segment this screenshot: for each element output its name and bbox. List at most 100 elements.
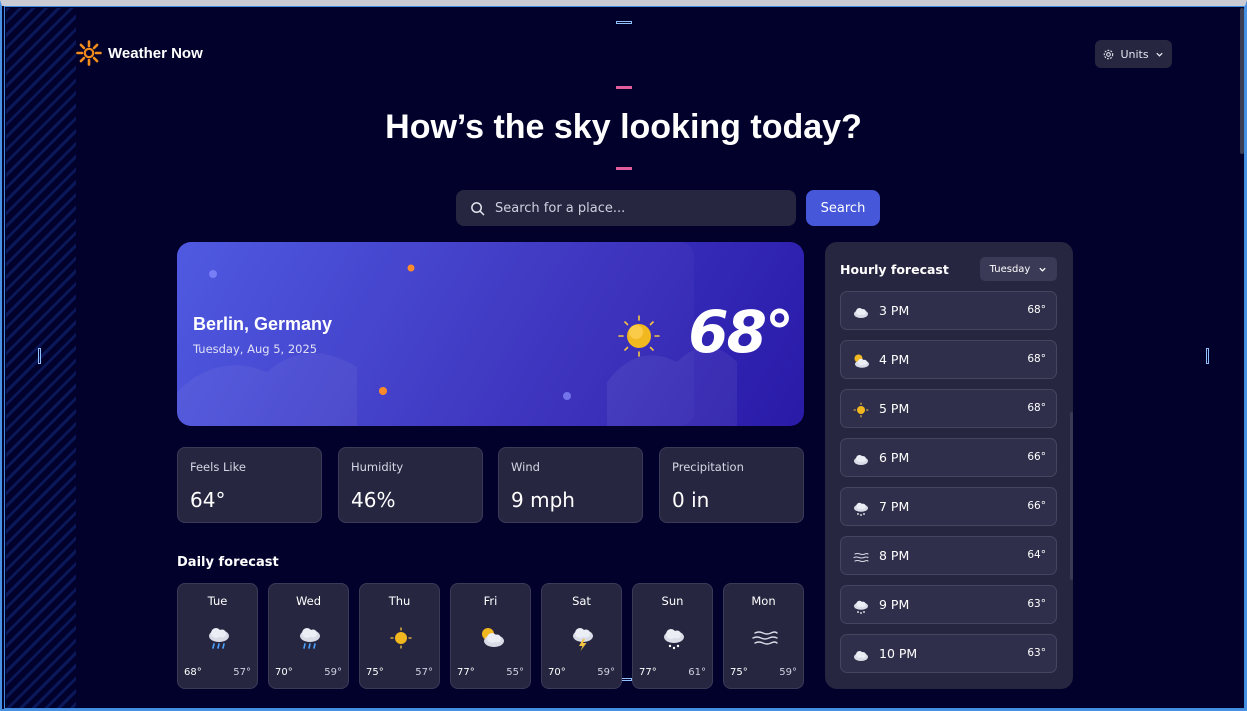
resize-handle-top[interactable] xyxy=(616,21,632,24)
day-select-dropdown[interactable]: Tuesday xyxy=(980,257,1057,281)
daily-card-thu[interactable]: Thu 75° 57° xyxy=(359,583,440,689)
daily-forecast-title: Daily forecast xyxy=(177,555,279,570)
stat-value: 64° xyxy=(190,488,226,512)
hour-temp: 63° xyxy=(1027,647,1046,659)
hour-row[interactable]: 5 PM 68° xyxy=(840,389,1057,428)
gear-icon xyxy=(1104,49,1114,59)
hour-temp: 66° xyxy=(1027,500,1046,512)
hour-row[interactable]: 10 PM 63° xyxy=(840,634,1057,673)
stat-label: Feels Like xyxy=(190,460,246,474)
partly-cloudy-icon xyxy=(482,628,504,647)
app-title: Weather Now xyxy=(108,44,203,62)
daily-card-wed[interactable]: Wed 70° 59° xyxy=(268,583,349,689)
spacing-marker xyxy=(616,167,632,170)
day-name: Sat xyxy=(572,594,591,608)
stat-precipitation: Precipitation 0 in xyxy=(659,447,804,523)
stat-humidity: Humidity 46% xyxy=(338,447,483,523)
city-name: Berlin, Germany xyxy=(193,314,333,334)
page-title: How’s the sky looking today? xyxy=(385,108,862,146)
day-low: 57° xyxy=(233,667,251,678)
rain-cloud-icon xyxy=(300,628,320,649)
spacing-marker xyxy=(616,86,632,89)
hour-row[interactable]: 7 PM 66° xyxy=(840,487,1057,526)
stat-label: Wind xyxy=(511,460,540,474)
hourly-scrollbar[interactable] xyxy=(1070,412,1073,580)
stat-value: 46% xyxy=(351,488,396,512)
search-input[interactable] xyxy=(495,200,775,216)
snow-cloud-icon xyxy=(664,629,684,650)
current-date: Tuesday, Aug 5, 2025 xyxy=(193,342,318,356)
day-name: Tue xyxy=(207,594,228,608)
hour-time: 7 PM xyxy=(879,499,910,514)
rain-cloud-icon xyxy=(209,628,229,649)
day-low: 57° xyxy=(415,667,433,678)
sun-icon xyxy=(618,315,660,357)
day-low: 61° xyxy=(688,667,706,678)
day-high: 75° xyxy=(730,667,748,678)
search-icon xyxy=(471,201,485,215)
hour-temp: 68° xyxy=(1027,402,1046,414)
current-temperature: 68° xyxy=(688,298,794,366)
snow-cloud-icon xyxy=(854,502,868,516)
hour-time: 3 PM xyxy=(879,303,910,318)
cloud-icon xyxy=(854,651,868,661)
sun-logo-icon xyxy=(76,40,102,66)
day-high: 68° xyxy=(184,667,202,678)
app-header: Weather Now Units xyxy=(76,38,1176,70)
day-name: Sun xyxy=(661,594,684,608)
current-weather-card: Berlin, Germany Tuesday, Aug 5, 2025 68° xyxy=(177,242,804,426)
day-low: 55° xyxy=(506,667,524,678)
day-high: 77° xyxy=(457,667,475,678)
hour-row[interactable]: 6 PM 66° xyxy=(840,438,1057,477)
stat-value: 9 mph xyxy=(511,488,575,512)
day-name: Thu xyxy=(388,594,411,608)
stat-wind: Wind 9 mph xyxy=(498,447,643,523)
day-high: 75° xyxy=(366,667,384,678)
daily-card-tue[interactable]: Tue 68° 57° xyxy=(177,583,258,689)
hour-temp: 63° xyxy=(1027,598,1046,610)
hourly-forecast-panel: Hourly forecast Tuesday 3 PM 68° 4 PM 68… xyxy=(825,242,1073,689)
hour-time: 6 PM xyxy=(879,450,910,465)
hour-temp: 66° xyxy=(1027,451,1046,463)
day-low: 59° xyxy=(779,667,797,678)
daily-card-mon[interactable]: Mon 75° 59° xyxy=(723,583,804,689)
sun-icon xyxy=(390,627,412,649)
stat-value: 0 in xyxy=(672,488,710,512)
resize-handle-left[interactable] xyxy=(38,348,41,364)
hour-row[interactable]: 4 PM 68° xyxy=(840,340,1057,379)
app-logo[interactable]: Weather Now xyxy=(76,40,203,66)
day-name: Mon xyxy=(751,594,776,608)
day-name: Fri xyxy=(483,594,498,608)
hour-time: 5 PM xyxy=(879,401,910,416)
daily-card-sat[interactable]: Sat 70° 59° xyxy=(541,583,622,689)
resize-handle-right[interactable] xyxy=(1206,348,1209,364)
hour-time: 9 PM xyxy=(879,597,910,612)
day-low: 59° xyxy=(597,667,615,678)
hour-row[interactable]: 3 PM 68° xyxy=(840,291,1057,330)
search-bar[interactable] xyxy=(456,190,796,226)
hour-row[interactable]: 9 PM 63° xyxy=(840,585,1057,624)
chevron-down-icon xyxy=(1039,267,1046,272)
storm-icon xyxy=(573,628,593,651)
fog-icon xyxy=(752,631,778,645)
stat-label: Precipitation xyxy=(672,460,744,474)
search-button[interactable]: Search xyxy=(806,190,880,226)
day-low: 59° xyxy=(324,667,342,678)
units-button[interactable]: Units xyxy=(1095,40,1172,68)
day-high: 77° xyxy=(639,667,657,678)
snow-cloud-icon xyxy=(854,600,868,614)
chevron-down-icon xyxy=(1155,52,1163,57)
daily-card-fri[interactable]: Fri 77° 55° xyxy=(450,583,531,689)
stat-feels-like: Feels Like 64° xyxy=(177,447,322,523)
day-name: Wed xyxy=(295,594,322,608)
hour-row[interactable]: 8 PM 64° xyxy=(840,536,1057,575)
hour-temp: 68° xyxy=(1027,353,1046,365)
daily-card-sun[interactable]: Sun 77° 61° xyxy=(632,583,713,689)
cloud-icon xyxy=(854,308,868,318)
hour-time: 10 PM xyxy=(879,646,918,661)
stat-label: Humidity xyxy=(351,460,404,474)
hour-time: 4 PM xyxy=(879,352,910,367)
sun-icon xyxy=(853,402,869,418)
units-label: Units xyxy=(1120,47,1149,61)
day-high: 70° xyxy=(275,667,293,678)
